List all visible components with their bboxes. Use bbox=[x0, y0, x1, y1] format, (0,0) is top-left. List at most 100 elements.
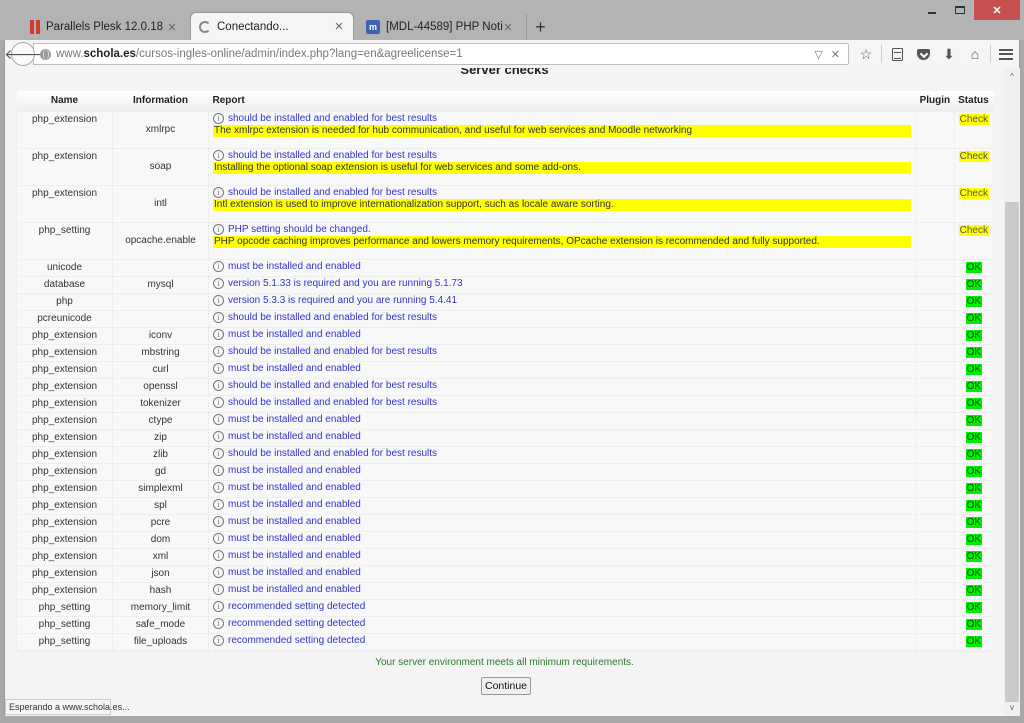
home-icon[interactable]: ⌂ bbox=[962, 43, 988, 65]
cell-plugin bbox=[915, 326, 955, 345]
report-link[interactable]: i must be installed and enabled bbox=[213, 566, 911, 579]
cell-name: php_extension bbox=[16, 411, 113, 430]
toolbar-separator bbox=[881, 45, 882, 63]
report-link[interactable]: i must be installed and enabled bbox=[213, 430, 911, 443]
moodle-tracker-icon: m bbox=[366, 20, 380, 34]
info-icon: i bbox=[213, 186, 224, 198]
window-controls: ✕ bbox=[918, 0, 1020, 20]
close-tab-icon[interactable]: ✕ bbox=[502, 21, 514, 34]
tab-moodle-tracker[interactable]: m [MDL-44589] PHP Notices ... ✕ bbox=[358, 14, 522, 40]
cell-status: OK bbox=[953, 496, 995, 515]
back-button[interactable]: 🡐 bbox=[4, 42, 42, 66]
table-row: pcreunicode i should be installed and enab… bbox=[16, 309, 995, 328]
report-link[interactable]: i version 5.3.3 is required and you are r… bbox=[213, 294, 911, 307]
info-icon: i bbox=[213, 515, 224, 527]
close-window-button[interactable]: ✕ bbox=[974, 0, 1020, 20]
report-link[interactable]: i PHP setting should be changed. bbox=[213, 223, 911, 236]
cell-status: OK bbox=[953, 428, 995, 447]
report-link[interactable]: i should be installed and enabled for bes… bbox=[213, 112, 911, 125]
column-header-name: Name bbox=[16, 91, 113, 111]
cell-name: php_extension bbox=[16, 530, 113, 549]
continue-button[interactable]: Continue bbox=[481, 677, 531, 695]
report-link[interactable]: i should be installed and enabled for bes… bbox=[213, 447, 911, 460]
info-icon: i bbox=[213, 430, 224, 442]
cell-plugin bbox=[915, 292, 955, 311]
cell-plugin bbox=[915, 598, 955, 617]
report-link[interactable]: i must be installed and enabled bbox=[213, 532, 911, 545]
pocket-icon[interactable] bbox=[910, 43, 936, 65]
stop-loading-icon[interactable]: ✕ bbox=[831, 48, 840, 61]
report-link[interactable]: i recommended setting detected bbox=[213, 600, 911, 613]
server-checks-table: Name Information Report Plugin Status ph… bbox=[16, 91, 995, 651]
report-text: should be installed and enabled for best… bbox=[228, 447, 438, 459]
cell-name: php_extension bbox=[16, 147, 113, 186]
vertical-scrollbar[interactable]: ^ v bbox=[1004, 68, 1020, 716]
new-tab-button[interactable]: + bbox=[526, 14, 554, 40]
report-text: should be installed and enabled for best… bbox=[228, 396, 438, 408]
close-tab-icon[interactable]: ✕ bbox=[333, 20, 345, 33]
scroll-up-icon[interactable]: ^ bbox=[1004, 72, 1020, 81]
download-icon[interactable]: ⬇ bbox=[936, 43, 962, 65]
report-link[interactable]: i must be installed and enabled bbox=[213, 583, 911, 596]
report-text: must be installed and enabled bbox=[228, 413, 361, 425]
dropdown-history-icon[interactable]: ▽ bbox=[814, 48, 822, 61]
tab-title: Conectando... bbox=[217, 20, 289, 33]
info-icon: i bbox=[213, 362, 224, 374]
url-prefix: www. bbox=[56, 48, 84, 60]
close-tab-icon[interactable]: ✕ bbox=[166, 21, 178, 34]
cell-information: iconv bbox=[112, 326, 209, 345]
tab-plesk[interactable]: Parallels Plesk 12.0.18 for ... ✕ bbox=[22, 14, 186, 40]
info-icon: i bbox=[213, 464, 224, 476]
cell-report: i must be installed and enabled bbox=[207, 496, 917, 515]
cell-plugin bbox=[915, 513, 955, 532]
minimize-button[interactable] bbox=[918, 0, 946, 20]
report-link[interactable]: i should be installed and enabled for bes… bbox=[213, 345, 911, 358]
report-link[interactable]: i must be installed and enabled bbox=[213, 549, 911, 562]
report-link[interactable]: i should be installed and enabled for bes… bbox=[213, 186, 911, 199]
report-link[interactable]: i should be installed and enabled for bes… bbox=[213, 149, 911, 162]
table-row: database mysql i version 5.1.33 is required… bbox=[16, 275, 995, 294]
table-row: php_extension openssl i should be installed… bbox=[16, 377, 995, 396]
cell-status: Check bbox=[953, 147, 995, 186]
report-link[interactable]: i must be installed and enabled bbox=[213, 498, 911, 511]
info-icon: i bbox=[213, 583, 224, 595]
bookmark-star-icon[interactable]: ☆ bbox=[853, 43, 879, 65]
tab-title: [MDL-44589] PHP Notices ... bbox=[386, 21, 502, 33]
report-link[interactable]: i should be installed and enabled for bes… bbox=[213, 379, 911, 392]
report-link[interactable]: i should be installed and enabled for bes… bbox=[213, 396, 911, 409]
report-link[interactable]: i must be installed and enabled bbox=[213, 328, 911, 341]
maximize-button[interactable] bbox=[946, 0, 974, 20]
reading-list-icon[interactable] bbox=[884, 43, 910, 65]
url-bar[interactable]: www. schola.es/cursos-ingles-online/admin… bbox=[33, 43, 849, 65]
info-icon: i bbox=[213, 532, 224, 544]
report-link[interactable]: i must be installed and enabled bbox=[213, 481, 911, 494]
info-icon: i bbox=[213, 112, 224, 124]
report-link[interactable]: i must be installed and enabled bbox=[213, 362, 911, 375]
report-link[interactable]: i should be installed and enabled for bes… bbox=[213, 311, 911, 324]
cell-status: OK bbox=[953, 564, 995, 583]
report-link[interactable]: i must be installed and enabled bbox=[213, 260, 911, 273]
menu-icon[interactable] bbox=[993, 43, 1019, 65]
scrollbar-thumb[interactable] bbox=[1005, 202, 1019, 702]
cell-status: OK bbox=[953, 292, 995, 311]
info-icon: i bbox=[213, 413, 224, 425]
report-link[interactable]: i must be installed and enabled bbox=[213, 515, 911, 528]
status-badge: OK bbox=[965, 380, 983, 392]
report-link[interactable]: i must be installed and enabled bbox=[213, 413, 911, 426]
status-badge: OK bbox=[965, 346, 983, 358]
cell-report: i must be installed and enabled bbox=[207, 258, 917, 277]
info-icon: i bbox=[213, 481, 224, 493]
report-text: recommended setting detected bbox=[228, 617, 366, 629]
cell-information: ctype bbox=[112, 411, 209, 430]
cell-status: OK bbox=[953, 326, 995, 345]
cell-status: OK bbox=[953, 258, 995, 277]
url-actions: ▽ ✕ bbox=[814, 48, 848, 61]
report-link[interactable]: i version 5.1.33 is required and you are … bbox=[213, 277, 911, 290]
tab-conectando[interactable]: Conectando... ✕ bbox=[190, 12, 354, 40]
report-link[interactable]: i must be installed and enabled bbox=[213, 464, 911, 477]
cell-information: soap bbox=[112, 147, 209, 186]
scroll-down-icon[interactable]: v bbox=[1004, 703, 1020, 712]
report-link[interactable]: i recommended setting detected bbox=[213, 617, 911, 630]
report-link[interactable]: i recommended setting detected bbox=[213, 634, 911, 647]
cell-information: hash bbox=[112, 581, 209, 600]
